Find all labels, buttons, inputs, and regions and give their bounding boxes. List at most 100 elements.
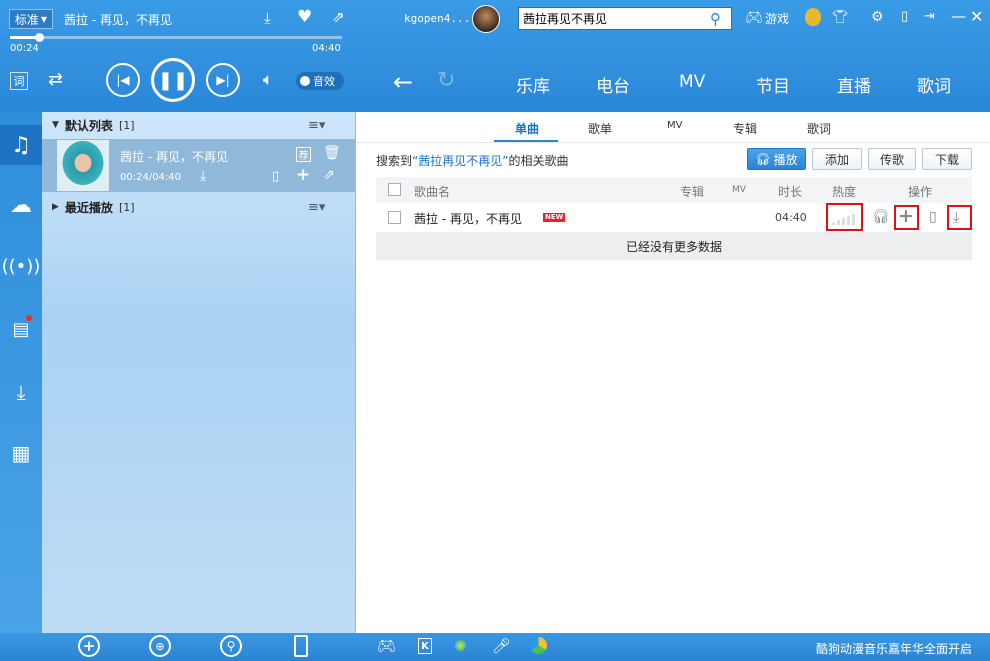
send-button[interactable]: 传歌: [868, 148, 916, 170]
play-all-button[interactable]: 🎧︎ 播放: [747, 148, 806, 170]
phone-icon[interactable]: ▯: [901, 9, 908, 24]
recommend-button[interactable]: 荐: [296, 147, 311, 162]
app-icon[interactable]: [530, 637, 547, 654]
list-menu-icon[interactable]: ≡▾: [308, 200, 325, 215]
close-icon[interactable]: ✕: [970, 7, 983, 26]
next-button[interactable]: ▶|: [206, 63, 240, 97]
lyric-toggle-button[interactable]: 词: [10, 72, 28, 90]
no-more-data-label: 已经没有更多数据: [625, 239, 722, 254]
share-icon[interactable]: ⇗: [332, 8, 345, 26]
pause-button[interactable]: ❚❚: [151, 58, 195, 102]
search-prefix: 搜索到: [376, 154, 413, 168]
progress-track[interactable]: [10, 36, 342, 39]
repeat-icon[interactable]: ⇄: [48, 69, 63, 90]
locate-icon[interactable]: ⊕: [149, 635, 171, 657]
progress-knob[interactable]: [34, 33, 44, 42]
user-avatar[interactable]: [472, 5, 500, 33]
nav-radio[interactable]: 电台: [596, 72, 630, 97]
search-circle-icon[interactable]: ⚲: [220, 635, 242, 657]
volume-icon[interactable]: 🔈︎: [263, 70, 273, 90]
download-done-icon[interactable]: ⤓: [200, 168, 206, 184]
recent-icon[interactable]: ▤: [0, 309, 42, 349]
apps-grid-icon[interactable]: ▦: [0, 433, 42, 473]
playing-track-row[interactable]: 茜拉 - 再见，不再见 00:24/04:40 ⤓ 荐 🗑︎ ▯ + ⇗: [42, 139, 355, 192]
default-list-count: [1]: [118, 118, 135, 132]
refresh-icon[interactable]: ↻: [437, 68, 455, 93]
gamepad-icon[interactable]: 🎮︎: [377, 637, 396, 655]
highlight-box-download: [947, 205, 972, 230]
k-song-icon[interactable]: K: [418, 638, 432, 654]
table-row[interactable]: 茜拉 - 再见，不再见 NEW 04:40 🎧︎ + ▯ ⤓: [376, 204, 972, 232]
share-track-icon[interactable]: ⇗: [323, 167, 335, 183]
highlight-box-heat: [826, 203, 863, 231]
microphone-icon[interactable]: 🎤︎: [492, 637, 511, 655]
add-button[interactable]: 添加: [812, 148, 862, 170]
shirt-icon[interactable]: 👕︎: [832, 10, 849, 25]
triangle-right-icon: ▶: [52, 202, 59, 212]
bottom-bar: + ⊕ ⚲ 🎮︎ K ✺ 🎤︎ 酷狗动漫音乐嘉年华全面开启: [0, 633, 990, 661]
tab-mv[interactable]: MV: [667, 120, 682, 131]
column-ops: 操作: [908, 185, 933, 199]
column-album: 专辑: [680, 185, 705, 199]
nav-library[interactable]: 乐库: [516, 72, 550, 97]
back-arrow-icon[interactable]: ←: [393, 68, 413, 96]
search-input[interactable]: [523, 11, 708, 26]
toggle-knob: [300, 76, 310, 86]
nav-mv[interactable]: MV: [679, 72, 705, 92]
recent-list-header[interactable]: ▶ 最近播放 [1] ≡▾: [42, 194, 355, 220]
nav-programs[interactable]: 节目: [756, 72, 790, 97]
tab-albums[interactable]: 专辑: [733, 120, 757, 137]
new-badge: NEW: [543, 213, 566, 222]
add-icon[interactable]: +: [296, 165, 310, 185]
gift-icon[interactable]: ✺: [454, 637, 467, 655]
search-icon[interactable]: ⚲: [710, 10, 721, 28]
album-art[interactable]: [57, 140, 109, 191]
username[interactable]: kgopen4...: [404, 12, 470, 25]
mobile-icon[interactable]: [294, 635, 308, 657]
search-box[interactable]: ⚲: [518, 7, 732, 30]
nav-live[interactable]: 直播: [837, 72, 871, 97]
list-menu-icon[interactable]: ≡▾: [308, 118, 325, 133]
quality-label: 标准: [14, 12, 39, 27]
trash-icon[interactable]: 🗑︎: [323, 145, 341, 161]
select-all-checkbox[interactable]: [388, 183, 401, 196]
tab-lyrics[interactable]: 歌词: [807, 120, 831, 137]
phone-transfer-icon[interactable]: ▯: [272, 169, 279, 184]
pause-icon: ❚❚: [157, 69, 189, 91]
add-circle-icon[interactable]: +: [78, 635, 100, 657]
game-link[interactable]: 游戏: [765, 10, 789, 27]
song-duration: 04:40: [775, 211, 807, 224]
previous-button[interactable]: |◀: [106, 63, 140, 97]
money-bag-icon[interactable]: [805, 8, 821, 26]
radio-antenna-icon[interactable]: ((•)): [0, 246, 42, 286]
minimize-icon[interactable]: —: [951, 7, 966, 25]
heart-icon[interactable]: ♥: [297, 7, 312, 27]
recent-list-count: [1]: [118, 200, 135, 214]
sound-effect-toggle[interactable]: 音效: [296, 72, 344, 90]
nav-lyrics[interactable]: 歌词: [917, 72, 951, 97]
listen-icon[interactable]: 🎧︎: [872, 209, 890, 225]
quality-dropdown[interactable]: 标准 ▼: [9, 9, 53, 29]
column-mv: MV: [732, 185, 746, 195]
mini-mode-icon[interactable]: ⇥: [924, 9, 935, 24]
download-icon[interactable]: ⤓: [264, 9, 271, 27]
cloud-icon[interactable]: ☁: [0, 185, 42, 225]
search-query: “茜拉再见不再见”: [412, 154, 509, 168]
column-name: 歌曲名: [414, 185, 451, 199]
row-checkbox[interactable]: [388, 211, 401, 224]
download-button[interactable]: 下载: [922, 148, 972, 170]
music-note-icon[interactable]: ♫: [0, 125, 42, 165]
default-list-header[interactable]: ▼ 默认列表 [1] ≡▾: [42, 112, 355, 138]
promo-link[interactable]: 酷狗动漫音乐嘉年华全面开启: [816, 640, 972, 657]
left-rail: ♫ ☁ ((•)) ▤ ⤓ ▦: [0, 112, 42, 633]
send-to-phone-icon[interactable]: ▯: [929, 209, 937, 225]
download-manager-icon[interactable]: ⤓: [0, 372, 42, 412]
game-icon[interactable]: 🎮︎: [745, 10, 763, 26]
song-name[interactable]: 茜拉 - 再见，不再见: [414, 210, 522, 227]
tab-playlists[interactable]: 歌单: [588, 120, 612, 137]
search-summary: 搜索到“茜拉再见不再见”的相关歌曲: [376, 152, 568, 169]
time-total: 04:40: [312, 43, 341, 54]
lyric-toggle-label: 词: [13, 75, 25, 88]
tab-songs[interactable]: 单曲: [515, 120, 539, 137]
settings-icon[interactable]: ⚙: [871, 9, 884, 25]
